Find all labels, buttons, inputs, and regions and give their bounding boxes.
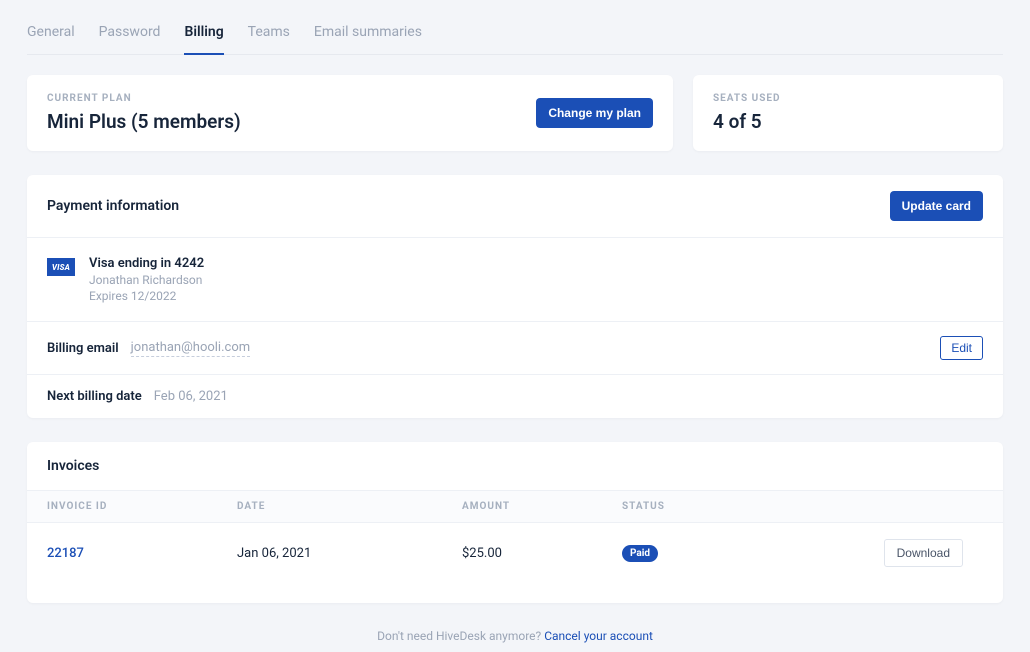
- card-holder: Jonathan Richardson: [89, 273, 204, 287]
- visa-icon: VISA: [47, 258, 75, 276]
- seats-label: SEATS USED: [713, 93, 983, 104]
- table-row: 22187 Jan 06, 2021 $25.00 Paid Download: [27, 523, 1003, 583]
- card-summary: Visa ending in 4242: [89, 256, 204, 271]
- payment-section: Payment information Update card VISA Vis…: [27, 175, 1003, 418]
- invoices-title: Invoices: [27, 442, 1003, 490]
- current-plan-name: Mini Plus (5 members): [47, 110, 241, 133]
- tab-email-summaries[interactable]: Email summaries: [314, 24, 422, 54]
- billing-email-label: Billing email: [47, 341, 119, 356]
- tab-teams[interactable]: Teams: [248, 24, 290, 54]
- footer-text: Don't need HiveDesk anymore?: [377, 629, 544, 643]
- billing-email-value: jonathan@hooli.com: [131, 340, 250, 357]
- download-invoice-button[interactable]: Download: [884, 539, 963, 567]
- invoice-id-link[interactable]: 22187: [47, 546, 84, 561]
- current-plan-card: CURRENT PLAN Mini Plus (5 members) Chang…: [27, 75, 673, 151]
- invoices-section: Invoices INVOICE ID DATE AMOUNT STATUS 2…: [27, 442, 1003, 603]
- footer-cancel: Don't need HiveDesk anymore? Cancel your…: [27, 629, 1003, 643]
- col-amount: AMOUNT: [462, 501, 622, 512]
- change-plan-button[interactable]: Change my plan: [536, 98, 653, 128]
- cancel-account-link[interactable]: Cancel your account: [544, 629, 653, 643]
- col-invoice-id: INVOICE ID: [47, 501, 237, 512]
- col-date: DATE: [237, 501, 462, 512]
- next-billing-label: Next billing date: [47, 389, 142, 404]
- card-expiry: Expires 12/2022: [89, 289, 204, 303]
- next-billing-value: Feb 06, 2021: [154, 389, 228, 404]
- status-badge: Paid: [622, 545, 658, 562]
- current-plan-label: CURRENT PLAN: [47, 93, 241, 104]
- tab-password[interactable]: Password: [99, 24, 161, 54]
- invoice-date: Jan 06, 2021: [237, 546, 462, 561]
- invoices-header-row: INVOICE ID DATE AMOUNT STATUS: [27, 490, 1003, 523]
- tab-billing[interactable]: Billing: [184, 24, 223, 54]
- edit-email-button[interactable]: Edit: [940, 336, 983, 360]
- settings-tabs: General Password Billing Teams Email sum…: [27, 0, 1003, 55]
- seats-value: 4 of 5: [713, 110, 983, 133]
- payment-title: Payment information: [47, 198, 179, 214]
- invoice-amount: $25.00: [462, 546, 622, 561]
- col-status: STATUS: [622, 501, 762, 512]
- tab-general[interactable]: General: [27, 24, 75, 54]
- update-card-button[interactable]: Update card: [890, 191, 983, 221]
- seats-card: SEATS USED 4 of 5: [693, 75, 1003, 151]
